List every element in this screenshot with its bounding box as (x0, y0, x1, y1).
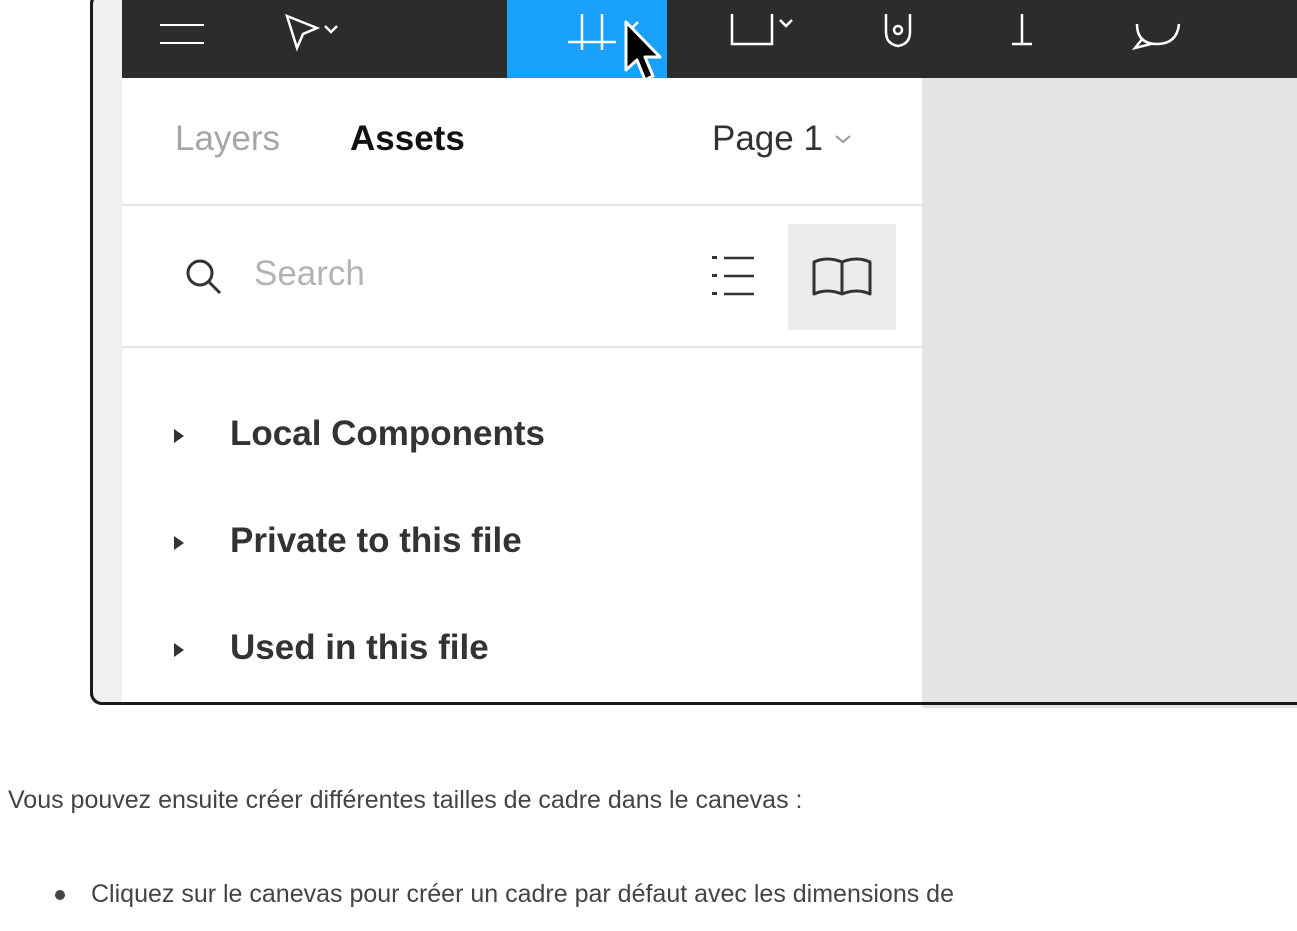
section-private-to-this-file[interactable]: Private to this file (122, 511, 922, 571)
pen-tool-icon (884, 14, 912, 48)
caret-right-icon (174, 429, 184, 443)
text-tool-icon (1012, 14, 1032, 46)
menu-icon (160, 24, 204, 44)
assets-panel: Layers Assets Page 1 Search Local Compon… (122, 78, 922, 718)
comment-tool-icon (1131, 23, 1181, 51)
tab-layers[interactable]: Layers (175, 118, 280, 160)
panel-tabs: Layers Assets Page 1 (122, 78, 922, 206)
move-tool-button[interactable] (242, 0, 372, 78)
pen-tool-button[interactable] (852, 0, 942, 78)
page-selector[interactable]: Page 1 (712, 118, 853, 160)
section-label: Local Components (230, 414, 546, 453)
shape-tool-icon (730, 14, 793, 46)
search-input[interactable] (252, 248, 656, 300)
section-local-components[interactable]: Local Components (122, 404, 922, 464)
caret-right-icon (174, 643, 184, 657)
menu-button[interactable] (122, 0, 242, 78)
bullet-text: Cliquez sur le canevas pour créer un cad… (91, 880, 954, 908)
page-selector-label: Page 1 (712, 119, 823, 158)
text-tool-button[interactable] (982, 0, 1062, 78)
shape-tool-button[interactable] (682, 0, 822, 78)
canvas[interactable] (922, 78, 1297, 718)
list-view-button[interactable] (710, 254, 760, 307)
move-tool-icon (285, 14, 338, 52)
comment-tool-button[interactable] (1112, 0, 1202, 78)
article-paragraph: Vous pouvez ensuite créer différentes ta… (8, 786, 803, 814)
book-icon (812, 257, 872, 296)
chevron-down-icon (835, 135, 851, 144)
bullet-dot (55, 890, 65, 900)
tab-assets[interactable]: Assets (350, 118, 465, 160)
section-label: Used in this file (230, 628, 489, 667)
caret-right-icon (174, 536, 184, 550)
list-view-icon (712, 256, 754, 296)
team-library-button[interactable] (788, 224, 896, 330)
section-label: Private to this file (230, 521, 522, 560)
section-used-in-this-file[interactable]: Used in this file (122, 618, 922, 678)
search-icon (186, 259, 222, 295)
search-row (122, 206, 922, 348)
toolbar (122, 0, 1297, 78)
